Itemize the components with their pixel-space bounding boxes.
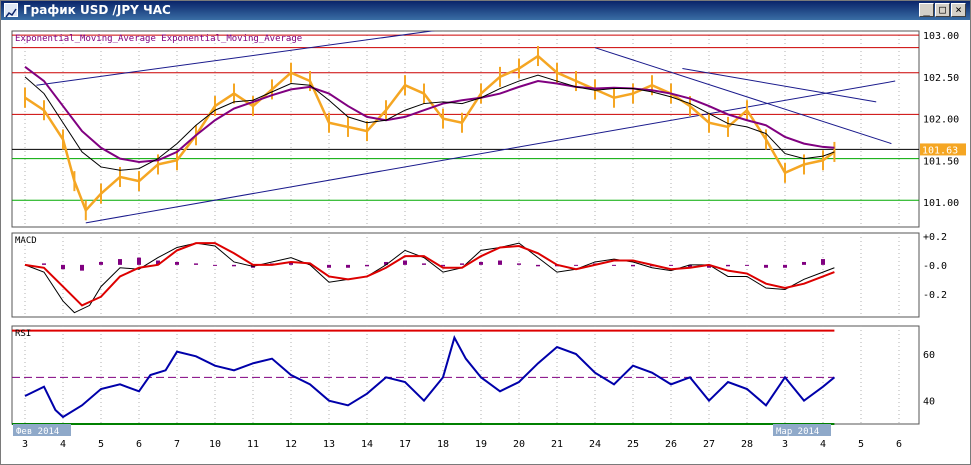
rsi-ytick-label: 60 — [923, 350, 935, 361]
macd-histogram-bar — [783, 264, 787, 268]
x-day-label: 6 — [136, 439, 142, 450]
macd-histogram-bar — [232, 264, 236, 267]
x-day-label: 11 — [247, 439, 259, 450]
title-bar[interactable]: График USD /JPY ЧАС _ □ × — [1, 1, 970, 20]
x-month-label: Мар 2014 — [776, 427, 819, 437]
panel-frame-price — [11, 30, 920, 228]
x-day-label: 12 — [285, 439, 297, 450]
price-ytick-label: 101.00 — [923, 198, 959, 209]
macd-histogram-bar — [802, 261, 806, 265]
macd-histogram-bar — [536, 264, 540, 267]
macd-histogram-bar — [346, 264, 350, 268]
x-day-label: 26 — [665, 439, 677, 450]
x-day-label: 17 — [399, 439, 411, 450]
x-day-label: 3 — [22, 439, 28, 450]
price-ytick-label: 102.50 — [923, 73, 959, 84]
macd-histogram-bar — [118, 259, 122, 265]
macd-histogram-bar — [194, 263, 198, 265]
minimize-button[interactable]: _ — [919, 3, 934, 17]
macd-histogram-bar — [612, 264, 616, 266]
macd-histogram-bar — [460, 263, 464, 265]
macd-ytick-label: +0.2 — [923, 232, 947, 243]
macd-histogram-bar — [517, 263, 521, 265]
macd-histogram-bar — [821, 259, 825, 265]
chart-glyph-icon — [5, 8, 17, 18]
x-day-label: 4 — [820, 439, 826, 450]
x-day-label: 7 — [174, 439, 180, 450]
x-day-label: 18 — [437, 439, 449, 450]
panel-frame-rsi — [11, 325, 920, 425]
x-day-label: 21 — [551, 439, 563, 450]
macd-histogram-bar — [479, 261, 483, 265]
macd-histogram-bar — [61, 264, 65, 270]
x-day-label: 19 — [475, 439, 487, 450]
macd-histogram-bar — [137, 257, 141, 265]
x-day-label: 6 — [896, 439, 902, 450]
macd-histogram-bar — [764, 264, 768, 268]
macd-histogram-bar — [498, 260, 502, 265]
macd-histogram-bar — [403, 260, 407, 265]
price-legend: Exponential_Moving_Average Exponential_M… — [15, 34, 302, 44]
macd-histogram-bar — [631, 264, 635, 267]
last-price-label: 101.63 — [922, 145, 958, 156]
price-chart[interactable]: 103.00 102.50 102.00 101.50 101.00 101.63 Expo… — [1, 21, 970, 464]
price-ytick-label: 102.00 — [923, 115, 959, 126]
panel-frame-macd — [11, 232, 920, 318]
macd-histogram-bar — [365, 264, 369, 267]
x-day-label: 25 — [627, 439, 639, 450]
x-day-label: 3 — [782, 439, 788, 450]
macd-histogram-bar — [669, 264, 673, 266]
chart-window: График USD /JPY ЧАС _ □ × 103.00 102.50 10… — [0, 0, 971, 465]
rsi-ytick-label: 40 — [923, 397, 935, 408]
x-day-label: 20 — [513, 439, 525, 450]
x-month-label: Фев 2014 — [16, 427, 59, 437]
macd-histogram-bar — [726, 264, 730, 267]
macd-histogram-bar — [42, 263, 46, 265]
window-title: График USD /JPY ЧАС — [23, 3, 171, 17]
macd-histogram-bar — [745, 264, 749, 266]
macd-histogram-bar — [175, 261, 179, 265]
macd-ytick-label: -0.2 — [923, 290, 947, 301]
chart-window-icon — [4, 3, 18, 18]
macd-ytick-label: -0.0 — [923, 261, 947, 272]
macd-histogram-bar — [422, 263, 426, 265]
x-day-label: 24 — [589, 439, 601, 450]
macd-histogram-bar — [99, 261, 103, 265]
price-ytick-label: 101.50 — [923, 156, 959, 167]
rsi-legend: RSI — [15, 329, 31, 339]
macd-histogram-bar — [574, 264, 578, 266]
x-day-label: 5 — [858, 439, 864, 450]
x-day-label: 4 — [60, 439, 66, 450]
maximize-button[interactable]: □ — [935, 3, 950, 17]
x-day-label: 13 — [323, 439, 335, 450]
x-day-label: 28 — [741, 439, 753, 450]
x-day-label: 10 — [209, 439, 221, 450]
macd-histogram-bar — [80, 264, 84, 271]
macd-legend: MACD — [15, 236, 37, 246]
x-day-label: 27 — [703, 439, 715, 450]
price-ytick-label: 103.00 — [923, 31, 959, 42]
x-day-label: 14 — [361, 439, 373, 450]
macd-histogram-bar — [213, 264, 217, 266]
close-button[interactable]: × — [951, 3, 966, 17]
x-day-label: 5 — [98, 439, 104, 450]
macd-histogram-bar — [327, 264, 331, 268]
